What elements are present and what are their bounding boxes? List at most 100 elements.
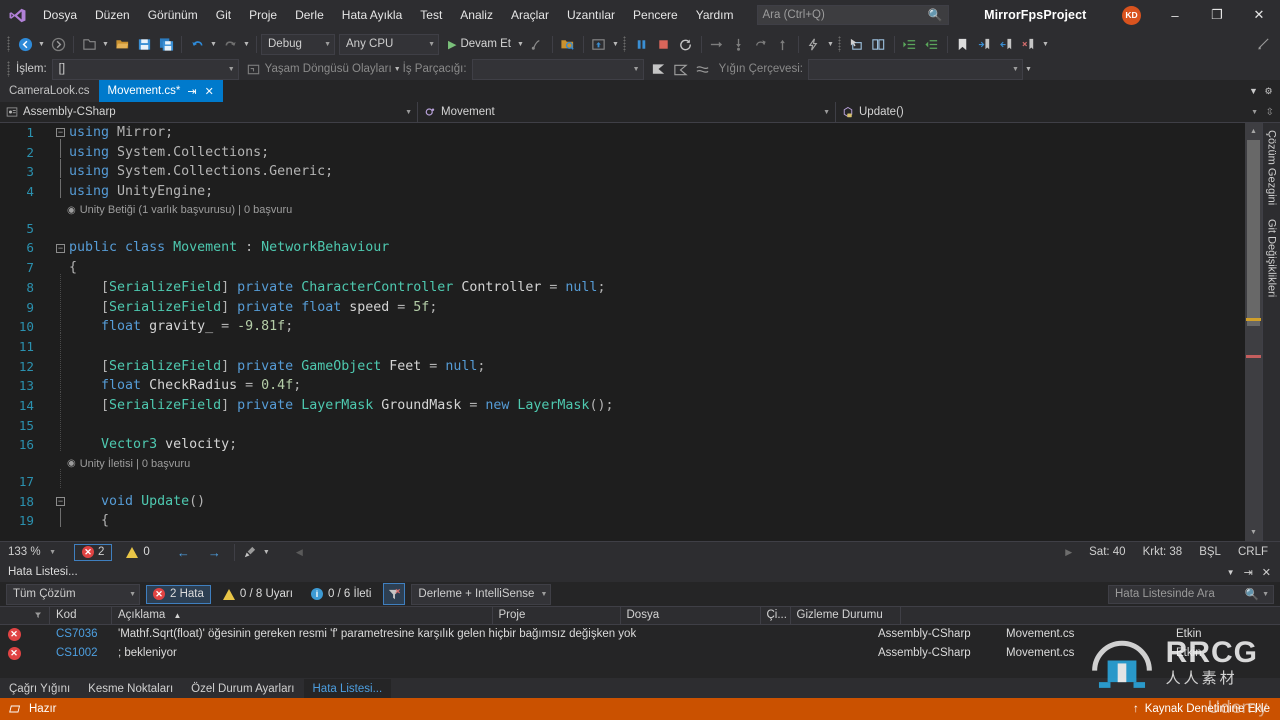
document-tab-movement[interactable]: Movement.cs* ⇥ ✕ [98, 80, 223, 102]
editor-settings-gear-icon[interactable]: ⚙ [1261, 86, 1276, 97]
menu-item-git[interactable]: Git [207, 0, 240, 30]
scrollbar-thumb[interactable] [1247, 140, 1260, 326]
live-share-icon[interactable] [526, 33, 548, 55]
column-header-satir[interactable]: Çi... [761, 606, 791, 625]
toolbar-grip[interactable] [4, 35, 12, 53]
navigate-backward-icon[interactable] [14, 33, 36, 55]
code-line[interactable]: 15 [0, 412, 1245, 436]
menu-item-proje[interactable]: Proje [240, 0, 286, 30]
code-line[interactable]: 4 using UnityEngine; [0, 178, 1245, 202]
navigate-backward-dropdown-icon[interactable]: ▼ [36, 33, 47, 55]
menu-item-duzen[interactable]: Düzen [86, 0, 139, 30]
hot-reload-dropdown-icon[interactable]: ▼ [825, 33, 836, 55]
next-bookmark-icon[interactable] [974, 33, 996, 55]
preview-dropdown-icon[interactable]: ▼ [610, 33, 621, 55]
menu-item-pencere[interactable]: Pencere [624, 0, 687, 30]
editor-vertical-scrollbar[interactable]: ▲ ▼ [1245, 123, 1262, 541]
bookmark-icon[interactable] [952, 33, 974, 55]
code-line[interactable]: 7{ [0, 258, 1245, 278]
close-icon[interactable]: ✕ [205, 85, 214, 98]
restart-icon[interactable] [675, 33, 697, 55]
close-icon[interactable]: ✕ [1262, 566, 1271, 579]
toolbar-grip[interactable] [836, 35, 844, 53]
panel-tab-exception-settings[interactable]: Özel Durum Ayarları [182, 679, 303, 698]
table-row[interactable]: ✕ CS7036 'Mathf.Sqrt(float)' öğesinin gere… [0, 625, 1280, 644]
layout-adorner-icon[interactable] [868, 33, 890, 55]
show-flagged-threads-icon[interactable] [670, 58, 692, 80]
solution-explorer-rail-item[interactable]: Çözüm Gezgini [1266, 123, 1278, 212]
scroll-down-icon[interactable]: ▼ [1245, 524, 1262, 541]
save-icon[interactable] [133, 33, 155, 55]
menu-item-analiz[interactable]: Analiz [451, 0, 502, 30]
minimize-button[interactable]: – [1154, 0, 1196, 30]
tab-list-chevron-icon[interactable]: ▼ [1246, 86, 1261, 96]
menu-item-hata-ayikla[interactable]: Hata Ayıkla [333, 0, 411, 30]
code-line[interactable]: 17 [0, 468, 1245, 492]
build-filter-select[interactable]: Derleme + IntelliSense ▼ [411, 583, 552, 605]
column-header-dosya[interactable]: Dosya [621, 606, 761, 625]
menu-item-yardim[interactable]: Yardım [687, 0, 743, 30]
navigate-forward-icon[interactable] [47, 33, 69, 55]
open-file-icon[interactable] [557, 33, 579, 55]
undo-icon[interactable] [186, 33, 208, 55]
navbar-project-select[interactable]: Assembly-CSharp ▼ [0, 101, 418, 123]
menu-item-gorunum[interactable]: Görünüm [139, 0, 207, 30]
panel-tab-call-stack[interactable]: Çağrı Yığını [0, 679, 79, 698]
code-line[interactable]: 6 − public class Movement : NetworkBehavio… [0, 238, 1245, 258]
code-line[interactable]: 3 using System.Collections.Generic; [0, 158, 1245, 182]
errors-filter-button[interactable]: ✕ 2 Hata [146, 584, 211, 604]
pause-icon[interactable] [631, 33, 653, 55]
code-line[interactable]: 16 Vector3 velocity; [0, 431, 1245, 455]
error-search-input[interactable]: Hata Listesinde Ara 🔍 ▼ [1108, 584, 1274, 604]
toggle-threads-icon[interactable] [692, 58, 714, 80]
error-code[interactable]: CS7036 [50, 625, 112, 644]
code-line[interactable]: 2 using System.Collections; [0, 139, 1245, 163]
table-row[interactable]: ✕ CS1002 ; bekleniyor Assembly-CSharp Moveme… [0, 644, 1280, 663]
thread-select[interactable]: ▼ [471, 58, 644, 80]
continue-button[interactable]: ▶ Devam Et [445, 33, 515, 55]
scope-select[interactable]: Tüm Çözüm ▼ [6, 583, 140, 605]
step-up-icon[interactable] [772, 33, 794, 55]
code-line[interactable]: 18− void Update() [0, 492, 1245, 512]
open-folder-icon[interactable] [111, 33, 133, 55]
panel-tab-error-list[interactable]: Hata Listesi... [303, 679, 392, 698]
menu-item-test[interactable]: Test [411, 0, 451, 30]
debug-config-select[interactable]: Debug ▼ [261, 33, 335, 55]
document-tab-cameralook[interactable]: CameraLook.cs [0, 80, 99, 102]
menu-item-araclar[interactable]: Araçlar [502, 0, 558, 30]
code-line[interactable]: 8 [SerializeField] private CharacterCont… [0, 274, 1245, 298]
previous-bookmark-icon[interactable] [996, 33, 1018, 55]
hot-reload-icon[interactable] [803, 33, 825, 55]
continue-dropdown-icon[interactable]: ▼ [515, 33, 526, 55]
toolbar-options-icon[interactable] [1252, 33, 1274, 55]
error-count-badge[interactable]: ✕ 2 [74, 543, 113, 561]
warnings-filter-button[interactable]: 0 / 8 Uyarı [217, 585, 299, 604]
code-editor[interactable]: 1− using Mirror; 2 using System.Collections… [0, 123, 1245, 541]
pin-icon[interactable]: ⇥ [187, 85, 196, 98]
outdent-icon[interactable] [921, 33, 943, 55]
stop-icon[interactable] [653, 33, 675, 55]
panel-tab-breakpoints[interactable]: Kesme Noktaları [79, 679, 182, 698]
step-into-icon[interactable] [728, 33, 750, 55]
column-header-gizleme[interactable]: Gizleme Durumu [791, 606, 901, 625]
toolbar-grip[interactable] [621, 35, 629, 53]
new-project-dropdown-icon[interactable]: ▼ [100, 33, 111, 55]
code-line[interactable]: 13 float CheckRadius = 0.4f; [0, 372, 1245, 396]
step-over-icon[interactable] [706, 33, 728, 55]
clear-filter-icon[interactable] [383, 583, 406, 605]
stackframe-select[interactable]: ▼ [807, 58, 1023, 80]
column-header-kod[interactable]: Kod [50, 606, 112, 625]
horizontal-scroll-left-icon[interactable]: ◀ [272, 547, 303, 558]
pin-icon[interactable]: ⇥ [1244, 566, 1253, 579]
redo-icon[interactable] [219, 33, 241, 55]
debug-toolbar-overflow-icon[interactable]: ▼ [1023, 58, 1034, 80]
menu-item-uzantilar[interactable]: Uzantılar [558, 0, 624, 30]
git-changes-rail-item[interactable]: Git Değişiklikleri [1266, 212, 1278, 304]
next-issue-icon[interactable]: → [199, 545, 230, 560]
close-button[interactable]: ✕ [1238, 0, 1280, 30]
warning-count-badge[interactable]: 0 [120, 543, 155, 562]
column-header-filter-icon[interactable] [28, 606, 50, 625]
brush-dropdown-icon[interactable]: ▼ [261, 541, 272, 563]
toolbar-overflow-icon[interactable]: ▼ [1040, 33, 1051, 55]
platform-select[interactable]: Any CPU ▼ [339, 33, 439, 55]
